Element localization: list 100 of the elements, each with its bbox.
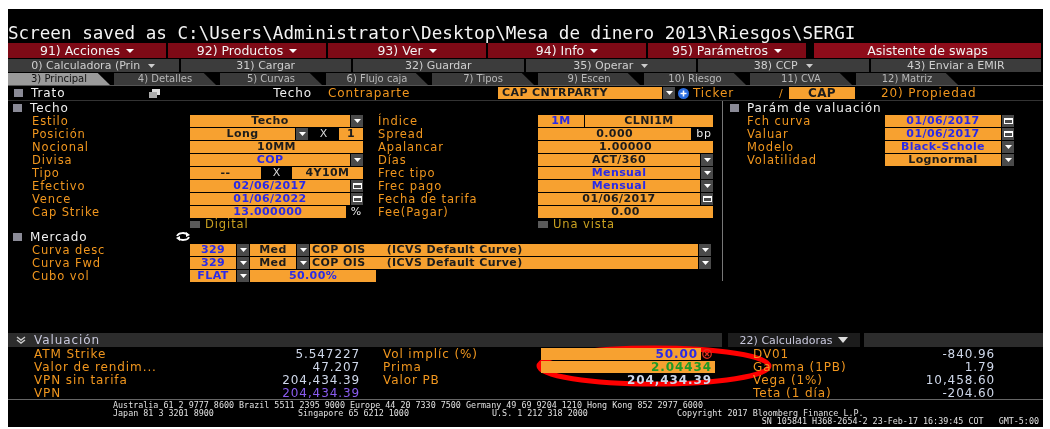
- menu-button[interactable]: 92) Productos: [168, 43, 328, 58]
- result-value: 204,434.39: [281, 385, 360, 400]
- dropdown-button[interactable]: [699, 256, 711, 269]
- input-field[interactable]: 1: [339, 127, 363, 140]
- input-field[interactable]: --: [190, 166, 261, 179]
- property-link[interactable]: 20) Propiedad: [881, 86, 977, 100]
- clear-icon[interactable]: [702, 348, 712, 359]
- tab[interactable]: 6) Flujo caja: [326, 73, 428, 85]
- footer-text: Japan 81 3 3201 8900: [113, 409, 215, 417]
- input-field[interactable]: 02/06/2017: [190, 179, 350, 192]
- tab[interactable]: 4) Detalles: [114, 73, 216, 85]
- calendar-button[interactable]: [701, 192, 713, 205]
- tab[interactable]: 11) CVA: [750, 73, 852, 85]
- toolbar-button[interactable]: 32) Guardar: [353, 59, 526, 72]
- input-field[interactable]: ACT/360: [538, 153, 700, 166]
- input-field[interactable]: 01/06/2017: [885, 127, 1001, 140]
- dropdown-button[interactable]: [237, 269, 249, 282]
- dropdown-button[interactable]: [351, 114, 363, 127]
- tab[interactable]: 3) Principal: [8, 73, 110, 85]
- caret-icon: [838, 337, 849, 343]
- dropdown-button[interactable]: [701, 153, 713, 166]
- input-field[interactable]: CAP: [789, 87, 855, 99]
- tab[interactable]: 10) Riesgo: [644, 73, 746, 85]
- menu-button[interactable]: 93) Ver: [328, 43, 488, 58]
- dropdown-button[interactable]: [297, 243, 309, 256]
- field-label: Valuar: [746, 126, 790, 141]
- field-label: Curva Fwd: [31, 255, 102, 270]
- unit-label: bp: [695, 127, 713, 140]
- tab[interactable]: 12) Matriz: [856, 73, 958, 85]
- input-field[interactable]: 1M: [538, 114, 584, 127]
- menu-button[interactable]: Asistente de swaps: [814, 43, 1043, 58]
- input-field[interactable]: 0.00: [538, 205, 713, 218]
- calculators-button[interactable]: 22) Calculadoras: [728, 333, 860, 347]
- tab[interactable]: 9) Escen: [538, 73, 640, 85]
- dropdown-button[interactable]: [701, 179, 713, 192]
- checkbox[interactable]: [190, 220, 200, 228]
- input-field[interactable]: 329: [190, 243, 236, 256]
- menu-button[interactable]: 95) Parámetros: [648, 43, 808, 58]
- calendar-button[interactable]: [1002, 127, 1014, 140]
- input-field[interactable]: CAP CNTRPARTY: [498, 87, 662, 99]
- toolbar-button[interactable]: 43) Enviar a EMIR: [870, 59, 1043, 72]
- toolbar-button[interactable]: 0) Calculadora (Prin: [8, 59, 181, 72]
- section-title: Valuación: [34, 333, 100, 347]
- calendar-button[interactable]: [1002, 114, 1014, 127]
- input-field[interactable]: Long: [190, 127, 295, 140]
- copy-icon[interactable]: [149, 88, 160, 98]
- input-field[interactable]: COP OIS (ICVS Default Curve): [310, 256, 698, 269]
- input-field[interactable]: 1.00000: [538, 140, 713, 153]
- input-field[interactable]: Med: [250, 243, 296, 256]
- input-field[interactable]: 01/06/2017: [538, 192, 700, 205]
- dropdown-button[interactable]: [1002, 140, 1014, 153]
- input-field[interactable]: Techo: [190, 114, 350, 127]
- input-field[interactable]: COP: [190, 153, 350, 166]
- dropdown-button[interactable]: [699, 243, 711, 256]
- collapse-icon[interactable]: [13, 232, 22, 241]
- menu-button[interactable]: 91) Acciones: [8, 43, 168, 58]
- menu-button[interactable]: 94) Info: [488, 43, 648, 58]
- calendar-button[interactable]: [351, 179, 363, 192]
- input-field[interactable]: 13.000000: [190, 205, 346, 218]
- result-label: Vol implíc (%): [383, 346, 478, 361]
- checkbox[interactable]: [538, 220, 548, 228]
- input-field[interactable]: CLNI1M: [585, 114, 713, 127]
- input-field[interactable]: 10MM: [190, 140, 363, 153]
- calendar-button[interactable]: [351, 192, 363, 205]
- input-field[interactable]: Black-Schole: [885, 140, 1001, 153]
- input-field[interactable]: 01/06/2017: [885, 114, 1001, 127]
- dropdown-button[interactable]: [237, 256, 249, 269]
- tab[interactable]: 7) Tipos: [432, 73, 534, 85]
- field-label: Fch curva: [746, 113, 813, 128]
- input-field[interactable]: 50.00%: [250, 269, 376, 282]
- input-field[interactable]: 329: [190, 256, 236, 269]
- result-label: Prima: [383, 359, 422, 374]
- input-field[interactable]: COP OIS (ICVS Default Curve): [310, 243, 698, 256]
- plus-icon[interactable]: [678, 87, 689, 99]
- refresh-icon[interactable]: [175, 231, 191, 242]
- input-field[interactable]: Lognormal: [885, 153, 1001, 166]
- dropdown-button[interactable]: [351, 153, 363, 166]
- input-field[interactable]: Med: [250, 256, 296, 269]
- tab[interactable]: 5) Curvas: [220, 73, 322, 85]
- result-label: Valor PB: [383, 372, 440, 387]
- input-field[interactable]: 50.00: [541, 347, 701, 360]
- collapse-chevron-icon[interactable]: [16, 336, 26, 344]
- input-field[interactable]: Mensual: [538, 179, 700, 192]
- input-field[interactable]: 0.000: [538, 127, 692, 140]
- calendar-icon: [352, 195, 362, 202]
- toolbar-button[interactable]: 35) Operar: [525, 59, 698, 72]
- input-field[interactable]: 4Y10M: [292, 166, 363, 179]
- input-field[interactable]: 01/06/2022: [190, 192, 350, 205]
- dropdown-button[interactable]: [237, 243, 249, 256]
- caret-icon: [148, 63, 156, 68]
- input-field[interactable]: FLAT: [190, 269, 236, 282]
- dropdown-button[interactable]: [296, 127, 308, 140]
- dropdown-button[interactable]: [701, 166, 713, 179]
- input-field[interactable]: Mensual: [538, 166, 700, 179]
- toolbar-button[interactable]: 31) Cargar: [180, 59, 353, 72]
- dropdown-button[interactable]: [1002, 153, 1014, 166]
- toolbar-button[interactable]: 38) CCP: [698, 59, 871, 72]
- dropdown-button[interactable]: [297, 256, 309, 269]
- dropdown-button[interactable]: [663, 87, 675, 99]
- collapse-icon[interactable]: [730, 103, 739, 112]
